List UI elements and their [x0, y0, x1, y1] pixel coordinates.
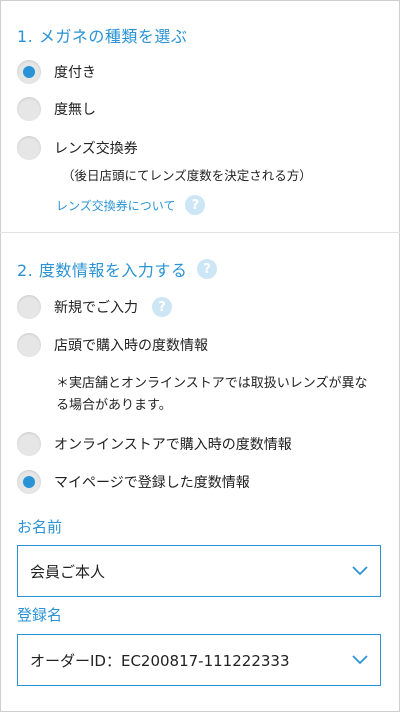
- store-warning-note: ＊実店舗とオンラインストアでは取扱いレンズが異なる場合があります。: [56, 376, 368, 413]
- chevron-down-icon: [352, 566, 368, 576]
- registration-name-select[interactable]: オーダーID：EC200817-111222333: [17, 634, 381, 686]
- lens-voucher-note: （後日店頭にてレンズ度数を決定される方）: [62, 168, 312, 183]
- radio-with-prescription[interactable]: 度付き: [17, 60, 96, 84]
- radio-label: マイページで登録した度数情報: [54, 475, 250, 491]
- section1-title: 1. メガネの種類を選ぶ: [17, 23, 187, 47]
- radio-button[interactable]: [17, 295, 41, 319]
- radio-button-selected[interactable]: [17, 470, 41, 494]
- radio-lens-voucher[interactable]: レンズ交換券: [17, 136, 138, 160]
- help-icon[interactable]: ?: [197, 259, 218, 279]
- name-field-label: お名前: [17, 518, 63, 536]
- registration-name-value: オーダーID：EC200817-111222333: [30, 651, 290, 670]
- radio-label: 店頭で購入時の度数情報: [54, 338, 208, 354]
- radio-online-purchase[interactable]: オンラインストアで購入時の度数情報: [17, 432, 292, 456]
- radio-store-purchase[interactable]: 店頭で購入時の度数情報: [17, 333, 208, 357]
- radio-new-input[interactable]: 新規でご入力 ?: [17, 295, 172, 319]
- radio-label: 度無し: [54, 102, 96, 118]
- section2-title: 2. 度数情報を入力する ?: [17, 257, 218, 281]
- help-icon[interactable]: ?: [152, 297, 172, 317]
- radio-button[interactable]: [17, 333, 41, 357]
- radio-label: オンラインストアで購入時の度数情報: [54, 437, 292, 453]
- chevron-down-icon: [352, 655, 368, 665]
- radio-button-selected[interactable]: [17, 60, 41, 84]
- name-select[interactable]: 会員ご本人: [17, 545, 381, 597]
- radio-button[interactable]: [17, 432, 41, 456]
- lens-voucher-link[interactable]: レンズ交換券について: [56, 197, 175, 214]
- radio-no-prescription[interactable]: 度無し: [17, 97, 96, 121]
- radio-button[interactable]: [17, 136, 41, 160]
- help-icon[interactable]: ?: [185, 195, 206, 215]
- name-select-value: 会員ご本人: [30, 562, 106, 581]
- radio-label: 新規でご入力: [54, 300, 138, 316]
- section2-title-text: 2. 度数情報を入力する: [17, 261, 188, 280]
- section1-title-text: 1. メガネの種類を選ぶ: [17, 27, 188, 46]
- radio-button[interactable]: [17, 97, 41, 121]
- registration-name-label: 登録名: [17, 606, 63, 624]
- radio-label: 度付き: [54, 65, 96, 81]
- radio-mypage-registered[interactable]: マイページで登録した度数情報: [17, 470, 250, 494]
- section-divider: [0, 232, 400, 233]
- radio-label: レンズ交換券: [54, 141, 138, 157]
- lens-voucher-link-row[interactable]: レンズ交換券について ?: [56, 195, 206, 215]
